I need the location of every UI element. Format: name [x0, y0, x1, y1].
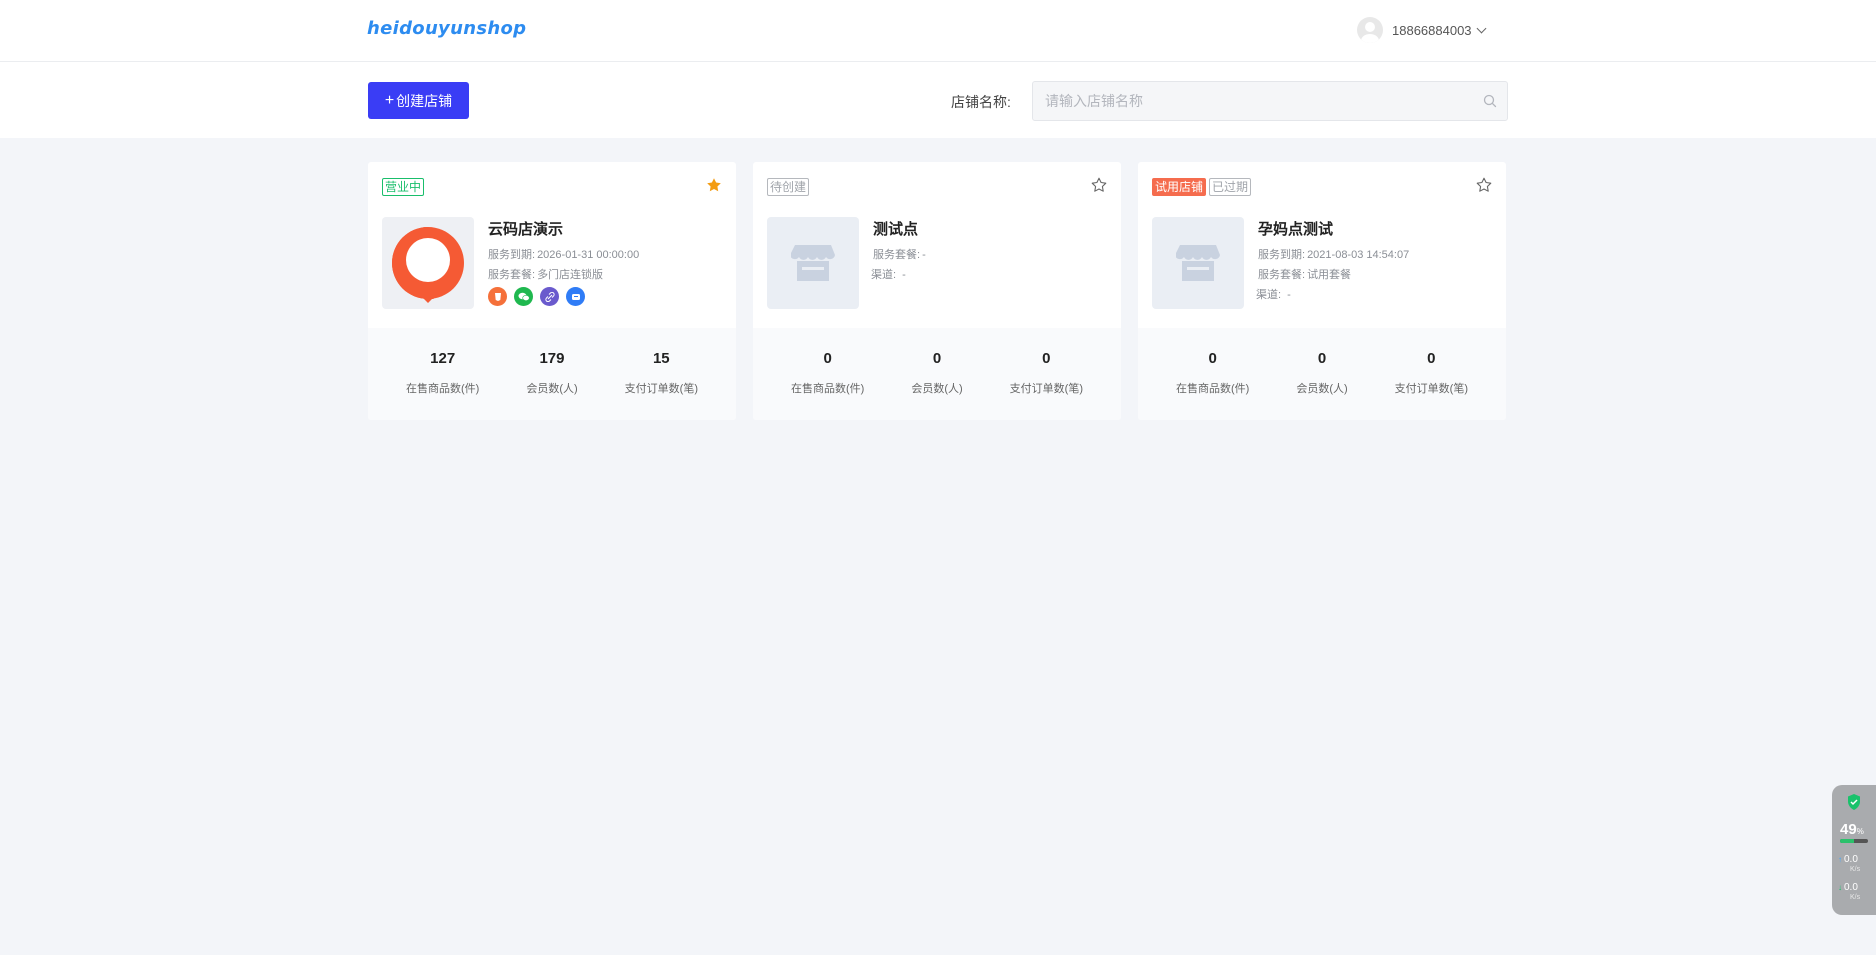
- store-stats: 127 在售商品数(件) 179 会员数(人) 15 支付订单数(笔): [368, 328, 736, 420]
- create-store-button[interactable]: + 创建店铺: [368, 82, 469, 119]
- star-outline-icon[interactable]: [1476, 177, 1492, 193]
- h5-icon: [488, 287, 507, 306]
- expired-badge: 已过期: [1209, 178, 1252, 196]
- status-badge: 营业中: [382, 178, 425, 196]
- stat-products: 0 在售商品数(件): [791, 350, 865, 395]
- channel-info: 渠道: -: [871, 269, 906, 281]
- stat-members: 179 会员数(人): [526, 350, 578, 395]
- wechat-icon: [514, 287, 533, 306]
- shield-check-icon: [1848, 794, 1860, 810]
- stat-orders: 0 支付订单数(笔): [1394, 350, 1468, 395]
- channel-icons: [488, 287, 639, 306]
- download-rate: ↓ 0.0 K/s: [1838, 882, 1861, 902]
- top-header: heidouyunshop 18866884003: [0, 0, 1876, 62]
- store-card-header: 试用店铺 已过期 孕妈点测试 服务到期: 2021-08-03 14:54:07…: [1138, 162, 1506, 328]
- store-placeholder-image: [1152, 217, 1244, 309]
- upload-arrow-icon: ↑: [1838, 855, 1842, 864]
- store-logo: [382, 217, 474, 309]
- search-icon[interactable]: [1483, 94, 1497, 108]
- service-plan: 服务套餐: 多门店连锁版: [488, 269, 604, 281]
- store-stats: 0 在售商品数(件) 0 会员数(人) 0 支付订单数(笔): [1138, 328, 1506, 420]
- store-info: 孕妈点测试 服务到期: 2021-08-03 14:54:07 服务套餐: 试用…: [1256, 218, 1410, 305]
- chevron-down-icon[interactable]: [1476, 23, 1486, 33]
- footer-strip: [0, 955, 1876, 973]
- yunma-logo-icon: [392, 227, 464, 303]
- service-plan: 服务套餐: 试用套餐: [1258, 269, 1352, 281]
- cpu-bar-fill: [1840, 839, 1854, 843]
- store-card-header: 营业中 云码店演示 服务到期: 2026-01-31 00:00:00 服务套餐…: [368, 162, 736, 328]
- toolbar: + 创建店铺 店铺名称:: [0, 62, 1876, 138]
- miniapp-icon: [566, 287, 585, 306]
- store-card[interactable]: 待创建 测试点 服务套餐: - 渠道: - 0 在售商品数(件) 0 会员数(人…: [753, 162, 1121, 420]
- channel-info: 渠道: -: [1256, 289, 1291, 301]
- star-filled-icon[interactable]: [706, 177, 722, 193]
- trial-badge: 试用店铺: [1152, 178, 1207, 196]
- store-info: 测试点 服务套餐: - 渠道: -: [871, 218, 926, 285]
- shop-icon: [791, 245, 835, 281]
- store-info: 云码店演示 服务到期: 2026-01-31 00:00:00 服务套餐: 多门…: [488, 218, 639, 306]
- download-arrow-icon: ↓: [1838, 883, 1842, 892]
- stat-members: 0 会员数(人): [911, 350, 963, 395]
- cpu-bar: [1840, 839, 1868, 843]
- store-stats: 0 在售商品数(件) 0 会员数(人) 0 支付订单数(笔): [753, 328, 1121, 420]
- stat-products: 0 在售商品数(件): [1176, 350, 1250, 395]
- status-badge: 待创建: [767, 178, 810, 196]
- store-card-header: 待创建 测试点 服务套餐: - 渠道: -: [753, 162, 1121, 328]
- plus-icon: +: [384, 91, 395, 109]
- search-box[interactable]: [1032, 81, 1508, 121]
- store-name[interactable]: 孕妈点测试: [1258, 218, 1409, 239]
- stat-orders: 0 支付订单数(笔): [1009, 350, 1083, 395]
- star-outline-icon[interactable]: [1091, 177, 1107, 193]
- store-card[interactable]: 营业中 云码店演示 服务到期: 2026-01-31 00:00:00 服务套餐…: [368, 162, 736, 420]
- store-name-search-input[interactable]: [1033, 82, 1507, 120]
- system-monitor-widget[interactable]: 49% ↑ 0.0 K/s ↓ 0.0 K/s: [1832, 785, 1876, 915]
- service-expire: 服务到期: 2026-01-31 00:00:00: [488, 249, 640, 261]
- upload-rate: ↑ 0.0 K/s: [1838, 854, 1861, 874]
- stat-members: 0 会员数(人): [1296, 350, 1348, 395]
- store-placeholder-image: [767, 217, 859, 309]
- store-card[interactable]: 试用店铺 已过期 孕妈点测试 服务到期: 2021-08-03 14:54:07…: [1138, 162, 1506, 420]
- store-tags: 试用店铺 已过期: [1152, 178, 1252, 196]
- service-expire: 服务到期: 2021-08-03 14:54:07: [1258, 249, 1410, 261]
- store-tags: 营业中: [382, 178, 425, 196]
- user-menu[interactable]: 18866884003: [1357, 17, 1486, 43]
- user-phone[interactable]: 18866884003: [1392, 23, 1472, 38]
- store-name[interactable]: 云码店演示: [488, 218, 639, 239]
- create-store-label: 创建店铺: [396, 92, 453, 109]
- avatar[interactable]: [1357, 17, 1383, 43]
- store-tags: 待创建: [767, 178, 810, 196]
- link-icon: [540, 287, 559, 306]
- stat-orders: 15 支付订单数(笔): [624, 350, 698, 395]
- cpu-percent: 49%: [1840, 821, 1864, 838]
- stat-products: 127 在售商品数(件): [406, 350, 480, 395]
- search-label: 店铺名称:: [951, 94, 1011, 110]
- store-name[interactable]: 测试点: [873, 218, 926, 239]
- service-plan: 服务套餐: -: [873, 249, 926, 261]
- brand-logo[interactable]: heidouyunshop: [367, 18, 526, 39]
- shop-icon: [1176, 245, 1220, 281]
